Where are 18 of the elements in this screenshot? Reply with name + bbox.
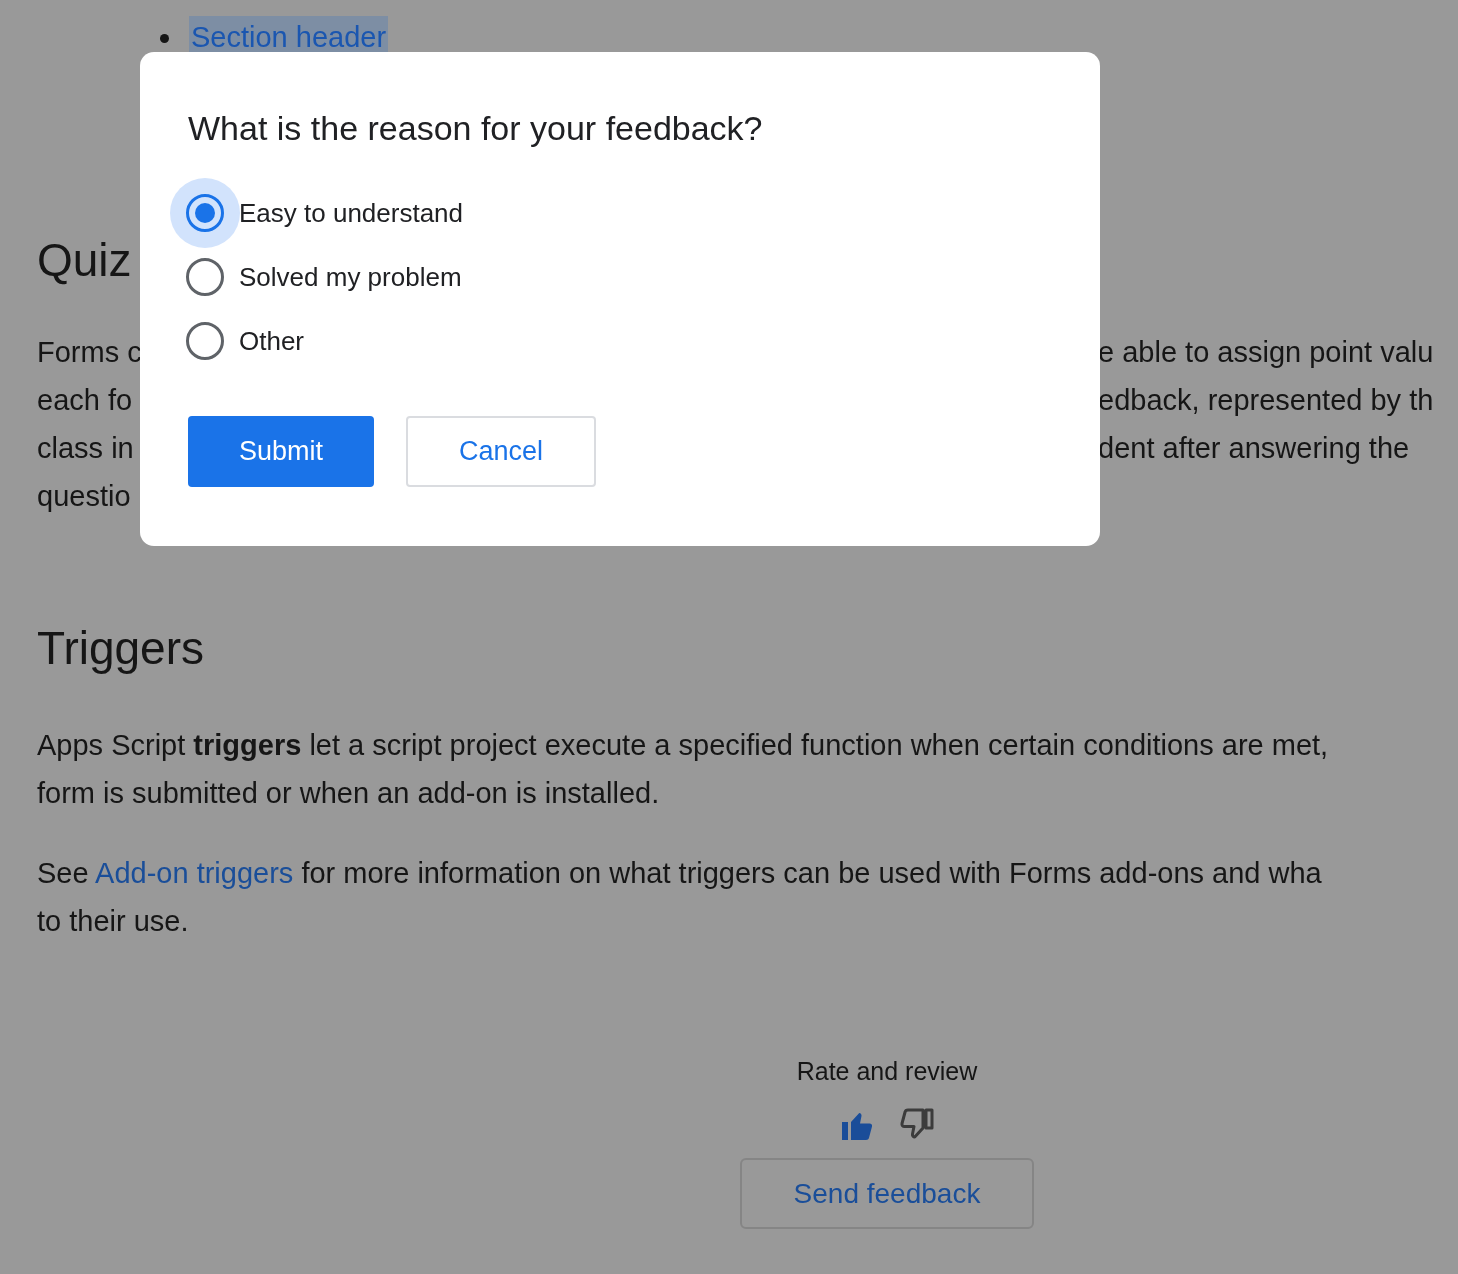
cancel-button[interactable]: Cancel bbox=[406, 416, 596, 487]
paragraph-text: edback, represented by th bbox=[1098, 383, 1434, 418]
send-feedback-button[interactable]: Send feedback bbox=[740, 1158, 1034, 1229]
bullet-icon bbox=[160, 33, 169, 43]
add-on-triggers-link[interactable]: Add-on triggers bbox=[95, 857, 294, 889]
paragraph-text: each fo bbox=[37, 383, 133, 418]
rate-and-review-label: Rate and review bbox=[796, 1056, 978, 1087]
paragraph-text: class in bbox=[37, 431, 134, 466]
paragraph-text: See Add-on triggers for more information on what triggers can be used with Forms add-ons and wha to their use. bbox=[37, 856, 1323, 939]
dialog-title: What is the reason for your feedback? bbox=[188, 108, 764, 149]
submit-button[interactable]: Submit bbox=[188, 416, 374, 487]
section-heading: Triggers bbox=[37, 621, 204, 676]
paragraph-text: Forms c bbox=[37, 335, 142, 370]
section-heading: Quiz bbox=[37, 233, 132, 288]
paragraph-text: e able to assign point valu bbox=[1098, 335, 1434, 370]
paragraph-text: Apps Script triggers let a script project execute a specified function when certain conditions are met, form is submitted or when an add-on is installed. bbox=[37, 728, 1330, 811]
paragraph-text: questio bbox=[37, 479, 131, 514]
paragraph-text: dent after answering the bbox=[1098, 431, 1410, 466]
